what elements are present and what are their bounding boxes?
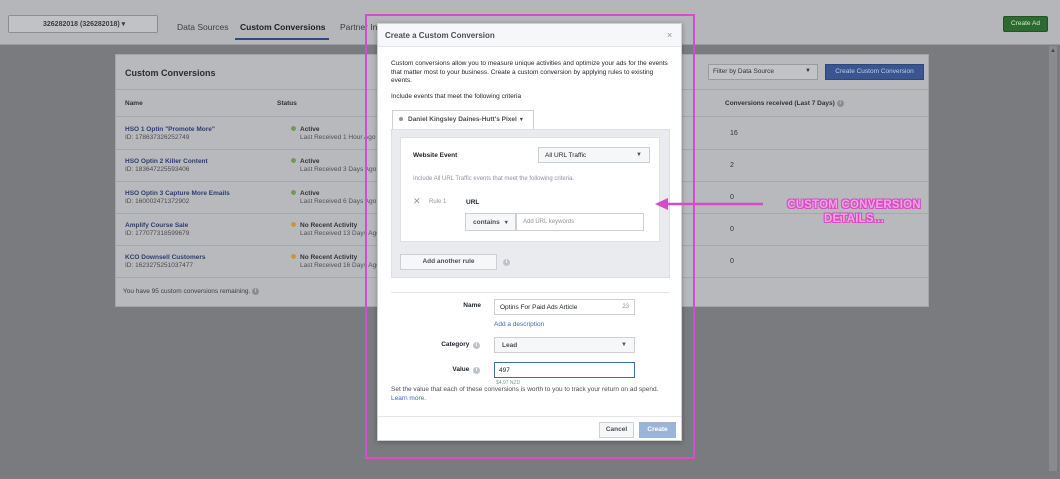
filter-data-source-select[interactable]: Filter by Data Source ▼ bbox=[708, 64, 818, 80]
website-event-label: Website Event bbox=[413, 152, 458, 159]
column-name: Name bbox=[125, 100, 143, 107]
callout-line-1: CUSTOM CONVERSION bbox=[787, 199, 921, 211]
tab-custom-conversions[interactable]: Custom Conversions bbox=[240, 22, 326, 32]
status-badge: Active bbox=[291, 190, 320, 197]
conversion-name-link[interactable]: HSO Optin 2 Killer Content bbox=[125, 158, 208, 165]
column-status: Status bbox=[277, 100, 297, 107]
status-dot-icon bbox=[291, 158, 296, 163]
annotation-arrow-icon bbox=[655, 198, 763, 210]
conversions-count: 0 bbox=[730, 258, 734, 265]
name-label: Name bbox=[463, 302, 481, 309]
divider bbox=[391, 292, 670, 293]
caret-down-icon: ▼ bbox=[636, 152, 642, 158]
info-icon[interactable]: i bbox=[473, 342, 480, 349]
pixel-status-icon bbox=[399, 117, 403, 122]
caret-down-icon: ▼ bbox=[805, 68, 811, 74]
conversion-id: ID: 160002471372902 bbox=[125, 198, 190, 205]
add-another-rule-button[interactable]: Add another rule bbox=[400, 254, 497, 270]
filter-label: Filter by Data Source bbox=[713, 68, 775, 75]
cancel-button[interactable]: Cancel bbox=[599, 422, 634, 438]
pixel-name: Daniel Kingsley Daines-Hutt's Pixel bbox=[408, 116, 517, 123]
dialog-intro: Custom conversions allow you to measure … bbox=[391, 60, 668, 84]
conversion-id: ID: 1623275251037477 bbox=[125, 262, 193, 269]
value-input[interactable]: 497 bbox=[494, 362, 635, 378]
conversion-name-link[interactable]: Amplify Course Sale bbox=[125, 222, 188, 229]
operator-select[interactable]: contains ▼ bbox=[465, 213, 516, 231]
conversion-name-link[interactable]: KCO Downsell Customers bbox=[125, 254, 206, 261]
conversion-id: ID: 183647225593406 bbox=[125, 166, 190, 173]
close-icon[interactable]: × bbox=[667, 30, 672, 40]
category-label: Category i bbox=[418, 341, 480, 349]
status-dot-icon bbox=[291, 126, 296, 131]
add-description-link[interactable]: Add a description bbox=[494, 321, 544, 328]
website-event-select[interactable]: All URL Traffic ▼ bbox=[538, 147, 650, 163]
name-char-count: 23 bbox=[622, 304, 629, 310]
active-tab-indicator bbox=[235, 38, 329, 40]
info-icon[interactable]: i bbox=[836, 100, 844, 107]
info-icon[interactable]: i bbox=[503, 258, 510, 266]
info-icon[interactable]: i bbox=[473, 367, 480, 374]
tab-data-sources[interactable]: Data Sources bbox=[177, 22, 229, 32]
value-label: Value i bbox=[418, 366, 480, 374]
remove-rule-icon[interactable]: ✕ bbox=[413, 196, 421, 207]
caret-down-icon: ▼ bbox=[503, 220, 509, 226]
conversion-name-link[interactable]: HSO Optin 3 Capture More Emails bbox=[125, 190, 230, 197]
conversion-id: ID: 178637326252749 bbox=[125, 134, 190, 141]
column-conversions: Conversions received (Last 7 Days) i bbox=[725, 100, 844, 107]
learn-more-link[interactable]: Learn more. bbox=[391, 395, 426, 402]
status-badge: No Recent Activity bbox=[291, 222, 357, 229]
rule-card: Website Event All URL Traffic ▼ Include … bbox=[400, 137, 660, 242]
value-help-text: Set the value that each of these convers… bbox=[391, 386, 659, 402]
rule-label: Rule 1 bbox=[429, 199, 447, 205]
conversions-count: 2 bbox=[730, 162, 734, 169]
url-label: URL bbox=[466, 199, 480, 206]
last-received: Last Received 1 Hour Ago bbox=[300, 134, 376, 141]
website-event-value: All URL Traffic bbox=[545, 152, 587, 159]
create-button[interactable]: Create bbox=[639, 422, 676, 438]
footer-divider bbox=[378, 416, 681, 417]
conversions-count: 16 bbox=[730, 130, 738, 137]
caret-down-icon: ▼ bbox=[621, 342, 627, 348]
dialog-header: Create a Custom Conversion × bbox=[378, 24, 681, 47]
page-scrollbar[interactable] bbox=[1049, 46, 1057, 471]
status-badge: Active bbox=[291, 126, 320, 133]
callout-line-2: DETAILS... bbox=[824, 213, 884, 225]
include-criteria-label: Include events that meet the following c… bbox=[391, 93, 522, 100]
create-custom-conversion-button[interactable]: Create Custom Conversion bbox=[825, 64, 924, 80]
panel-title: Custom Conversions bbox=[125, 68, 216, 78]
caret-down-icon: ▼ bbox=[518, 117, 525, 123]
create-custom-conversion-dialog: Create a Custom Conversion × Custom conv… bbox=[377, 23, 682, 441]
url-keywords-input[interactable]: Add URL keywords bbox=[516, 213, 644, 231]
conversion-id: ID: 177077318599679 bbox=[125, 230, 190, 237]
create-ad-button[interactable]: Create Ad bbox=[1003, 16, 1048, 32]
annotation-callout: CUSTOM CONVERSION DETAILS... bbox=[754, 198, 954, 226]
account-selector[interactable]: 326282018 (326282018) ▾ bbox=[8, 15, 158, 33]
last-received: Last Received 6 Days Ago bbox=[300, 198, 377, 205]
scroll-up-icon[interactable]: ▴ bbox=[1049, 46, 1057, 54]
name-input[interactable]: Optins For Paid Ads Article 23 bbox=[494, 299, 635, 315]
conversion-name-link[interactable]: HSO 1 Optin "Promote More" bbox=[125, 126, 215, 133]
status-badge: Active bbox=[291, 158, 320, 165]
status-dot-icon bbox=[291, 190, 296, 195]
status-dot-icon bbox=[291, 222, 296, 227]
remaining-text: You have 95 custom conversions remaining… bbox=[123, 288, 260, 295]
conversions-count: 0 bbox=[730, 226, 734, 233]
pixel-selector[interactable]: Daniel Kingsley Daines-Hutt's Pixel ▼ bbox=[392, 110, 534, 129]
info-icon[interactable]: i bbox=[252, 288, 260, 295]
status-dot-icon bbox=[291, 254, 296, 259]
rules-box: Website Event All URL Traffic ▼ Include … bbox=[391, 129, 670, 278]
last-received: Last Received 3 Days Ago bbox=[300, 166, 377, 173]
status-badge: No Recent Activity bbox=[291, 254, 357, 261]
dialog-title: Create a Custom Conversion bbox=[385, 31, 495, 40]
category-select[interactable]: Lead ▼ bbox=[494, 337, 635, 353]
include-all-text: Include All URL Traffic events that meet… bbox=[413, 176, 575, 182]
